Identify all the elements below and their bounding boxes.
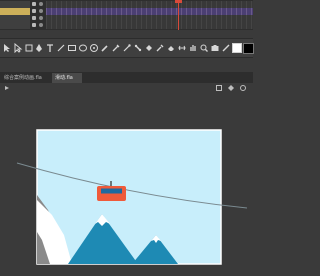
pencil-stroke-icon[interactable] [221,43,231,53]
layer-frames[interactable] [46,15,253,22]
timeline-layer-row[interactable] [0,1,253,8]
layer-label[interactable] [0,1,30,8]
width-tool-icon[interactable] [177,43,187,53]
tab-document-2[interactable]: 滑动.fla [52,73,82,83]
bone-tool-icon[interactable] [133,43,143,53]
timeline-layer-row[interactable] [0,8,253,15]
layer-label[interactable] [0,22,30,29]
timeline-layer-row[interactable] [0,15,253,22]
lock-icon[interactable] [32,2,36,6]
layer-frames-selected[interactable] [46,8,253,15]
layer-frames[interactable] [46,22,253,29]
playhead[interactable] [178,0,179,30]
visibility-icon[interactable] [39,2,43,6]
selection-tool-icon[interactable] [2,43,12,53]
zoom-tool-icon[interactable] [199,43,209,53]
fill-color-swatch[interactable] [243,43,254,54]
lock-icon[interactable] [32,9,36,13]
gondola-window [101,188,122,194]
pen-tool-icon[interactable] [34,43,44,53]
text-tool-icon[interactable] [45,43,55,53]
free-transform-tool-icon[interactable] [24,43,34,53]
lock-icon[interactable] [32,23,36,27]
timeline-layer-row[interactable] [0,22,253,29]
document-tab-bar: 综合案例动画.fla 滑动.fla [0,72,253,83]
edit-scene-icon[interactable] [216,85,222,91]
visibility-icon[interactable] [39,9,43,13]
camera-tool-icon[interactable] [210,43,220,53]
timeline-panel [0,0,253,30]
oval-tool-icon[interactable] [78,43,88,53]
layer-label-selected[interactable] [0,8,30,15]
eraser-tool-icon[interactable] [166,43,176,53]
tab-document-1[interactable]: 综合案例动画.fla [1,73,55,83]
rectangle-tool-icon[interactable] [67,43,77,53]
edit-symbol-icon[interactable] [228,85,234,91]
edit-bar [0,83,253,93]
line-tool-icon[interactable] [56,43,66,53]
paint-brush-tool-icon[interactable] [122,43,132,53]
hand-tool-icon[interactable] [188,43,198,53]
layer-frames[interactable] [46,1,253,8]
center-stage-icon[interactable] [240,85,246,91]
lock-icon[interactable] [32,16,36,20]
polystar-tool-icon[interactable] [89,43,99,53]
subselection-tool-icon[interactable] [13,43,23,53]
visibility-icon[interactable] [39,16,43,20]
brush-tool-icon[interactable] [111,43,121,53]
stroke-color-swatch[interactable] [232,43,242,53]
paint-bucket-tool-icon[interactable] [144,43,154,53]
pencil-tool-icon[interactable] [100,43,110,53]
scene-arrow-icon[interactable] [4,85,10,91]
eyedropper-tool-icon[interactable] [155,43,165,53]
tools-toolbar [0,38,254,58]
stage-canvas[interactable] [0,93,253,276]
visibility-icon[interactable] [39,23,43,27]
layer-label[interactable] [0,15,30,22]
